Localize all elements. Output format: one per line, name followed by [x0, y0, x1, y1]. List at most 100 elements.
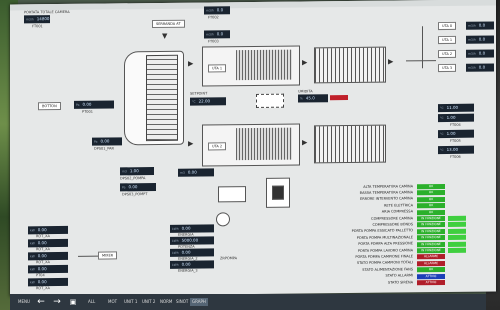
right-top-value-2[interactable]: m3/h 0.0 [466, 35, 494, 44]
right-top-value-4[interactable]: m3/h 0.0 [466, 63, 494, 72]
menu-button[interactable]: MENU [16, 298, 32, 306]
status-indicator: OK [417, 267, 445, 273]
right-label-2[interactable]: UTA 1 [438, 35, 457, 45]
value: 0.00 [181, 249, 191, 255]
right-label-1[interactable]: UTA 0 [438, 21, 457, 31]
upper-uta-label: UTA 1 [208, 64, 227, 73]
bottom-left-tag: ROT_XA [36, 286, 50, 291]
top-tag-2: FT003 [208, 39, 219, 44]
bottom-mid-value[interactable]: kWh 0.00 [170, 248, 214, 257]
top-value-1[interactable]: m3/h 0.0 [204, 6, 230, 15]
graph-button[interactable]: GRAPH [190, 298, 208, 306]
bottom-mid-value[interactable]: kWh 5000.00 [170, 236, 214, 245]
forward-arrow-icon[interactable]: → [52, 297, 62, 307]
bottom-left-value[interactable]: kW 0.00 [28, 225, 68, 235]
v: 11.00 [446, 104, 459, 110]
u: Pa [122, 185, 126, 190]
u: Pa [94, 139, 98, 144]
value: 0.00 [37, 279, 47, 285]
bottom-mid-value[interactable]: kWh 0.00 [170, 224, 214, 233]
value: 5000.00 [181, 237, 199, 243]
left-tag-1: PT001 [82, 109, 93, 114]
left-value-4[interactable]: Pa 0.00 [120, 183, 156, 192]
unit: kW [30, 267, 35, 272]
right-mid-value-1[interactable]: °C 11.00 [438, 103, 474, 113]
u: m3/h [468, 37, 476, 42]
mot-button[interactable]: MOT [106, 298, 119, 306]
damper-block[interactable] [256, 93, 284, 108]
right-label-3[interactable]: UTA 2 [438, 49, 457, 59]
left-value-2[interactable]: Pa 0.00 [92, 137, 122, 146]
back-arrow-icon[interactable]: ← [36, 297, 46, 307]
status-indicator: IN FUNZIONE [417, 228, 445, 235]
arrow-right-icon: ▶ [302, 58, 308, 67]
status-indicator: IN FUNZIONE [417, 222, 445, 228]
status-label: COMPRESSORE CAMINA [371, 215, 413, 221]
alarm-indicator [330, 95, 348, 101]
bottom-left-value[interactable]: kW 0.00 [28, 264, 68, 274]
right-mid-tag-2: FT005 [450, 138, 461, 143]
status-label: PORTA POMPA CAMPIONE FINALE [355, 254, 413, 259]
v: 0.0 [478, 36, 486, 42]
sinot-button[interactable]: SINOT [174, 298, 190, 306]
scada-screen: PORTATA TOTALE CAMERA m3/h 14800 FT001 SE… [10, 0, 496, 297]
status-indicator: IN FUNZIONE [417, 215, 445, 222]
status-extra-indicator [448, 234, 466, 241]
status-label: BASSA TEMPERATURA CAMINA [359, 190, 413, 195]
u: °C [440, 132, 444, 137]
norm-button[interactable]: NORM [158, 298, 174, 306]
unit2-button[interactable]: UNIT 2 [140, 298, 157, 306]
botton-button[interactable]: BOTTON [38, 102, 61, 111]
header-value-box[interactable]: m3/h 14800 [24, 15, 50, 24]
status-indicator: ATTIVO [417, 273, 445, 279]
v: 1.00 [446, 130, 456, 136]
status-indicator: OK [417, 190, 445, 196]
value: 0.00 [37, 253, 47, 259]
u: Pa [76, 102, 80, 107]
bottom-left-value[interactable]: kW 0.00 [28, 277, 68, 287]
left-value-1[interactable]: Pa 0.00 [74, 100, 114, 109]
v: 13.00 [446, 146, 459, 152]
unit1-button[interactable]: UNIT 1 [122, 298, 139, 306]
right-mid-value-4[interactable]: °C 13.00 [438, 145, 474, 155]
status-extra-indicator [448, 215, 466, 221]
save-icon[interactable]: ▣ [68, 297, 78, 307]
u: °C [440, 148, 444, 153]
mixer-button[interactable]: MIXER [98, 251, 118, 260]
status-indicator: ALLARME [417, 254, 445, 260]
bottom-left-tag: ROT_XA [36, 260, 50, 265]
upper-value-1[interactable]: °C 22.00 [190, 97, 226, 106]
v: 1.00 [129, 168, 139, 174]
humidity-value[interactable]: % 45.0 [298, 94, 328, 103]
unit: kW [30, 228, 35, 233]
status-label: STATO POMPA CAMPIONI TOTALI [356, 260, 413, 266]
left-value-3[interactable]: m3 1.00 [120, 167, 154, 176]
right-label-4[interactable]: UTA 3 [438, 63, 457, 73]
value: 0.00 [37, 240, 47, 246]
unit: kW [30, 280, 35, 285]
status-label: PORTA POMPA LAVORO CAMINA [357, 247, 413, 253]
pump-block[interactable] [218, 186, 246, 203]
pump-value[interactable]: m3 0.00 [178, 168, 214, 177]
status-label: ERRORE INTERVENTO CAMINA [360, 196, 413, 202]
all-button[interactable]: ALL [86, 298, 97, 306]
unit: kW [30, 254, 35, 259]
header-title: PORTATA TOTALE CAMERA [24, 9, 70, 15]
setpoint-label: SETPOINT [190, 91, 208, 96]
bottom-left-value[interactable]: kW 0.00 [28, 251, 68, 261]
humidity-label: UMIDITA [298, 89, 313, 94]
bottom-mid-value[interactable]: kWh 0.00 [170, 260, 214, 269]
serranda-button[interactable]: SERRANDA AT [152, 19, 185, 29]
bottom-left-value[interactable]: kW 0.00 [28, 238, 68, 248]
top-value-2[interactable]: m3/h 0.0 [204, 30, 230, 39]
right-mid-value-3[interactable]: °C 1.00 [438, 129, 474, 139]
status-label: STATO ALIMENTAZIONE FANS [362, 267, 413, 272]
right-mid-tag-3: FT006 [450, 154, 461, 159]
right-top-value-1[interactable]: m3/h 0.0 [466, 21, 494, 30]
right-mid-value-2[interactable]: °C 1.00 [438, 113, 474, 123]
pump-icon[interactable] [216, 212, 230, 227]
v: 0.00 [82, 101, 92, 107]
status-label: ARIA COMPRESSA [381, 209, 413, 214]
value: 0.00 [181, 261, 191, 267]
right-top-value-3[interactable]: m3/h 0.0 [466, 49, 494, 58]
